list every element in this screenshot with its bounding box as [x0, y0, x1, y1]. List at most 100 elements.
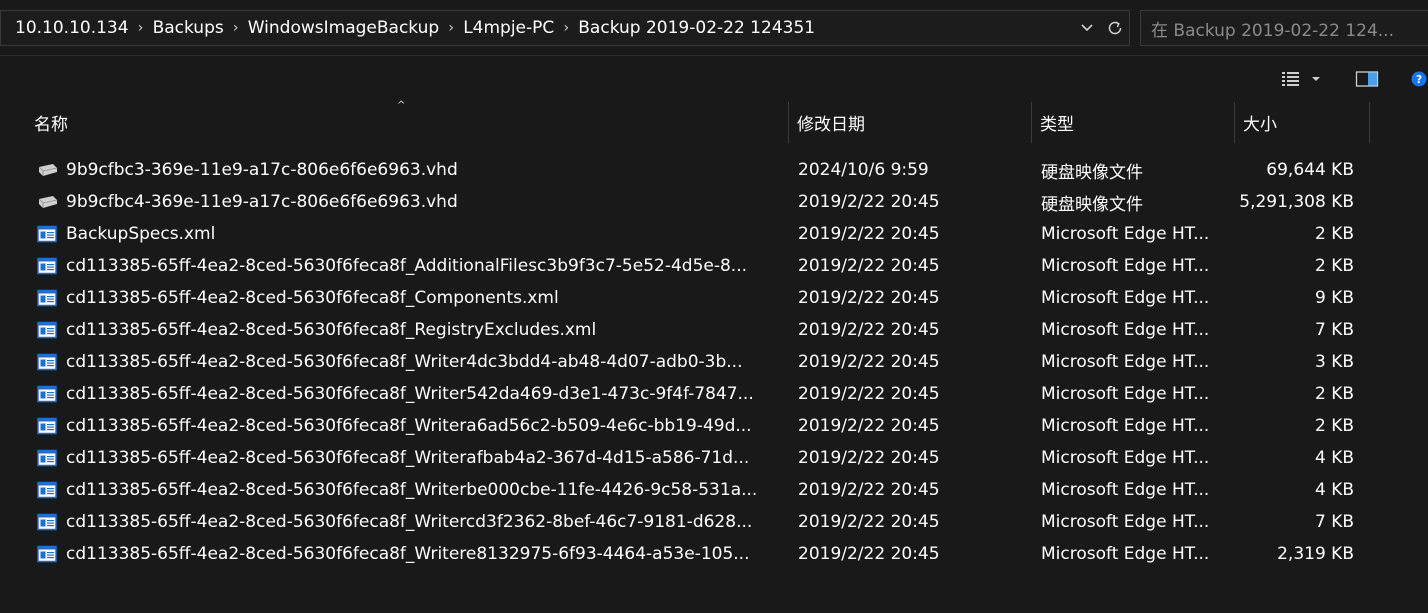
file-name-cell[interactable]: cd113385-65ff-4ea2-8ced-5630f6feca8f_Com… [6, 287, 788, 309]
column-header-type[interactable]: 类型 [1032, 102, 1235, 143]
sort-ascending-icon: ^ [397, 100, 406, 111]
file-name-cell[interactable]: cd113385-65ff-4ea2-8ced-5630f6feca8f_Wri… [6, 447, 788, 469]
file-name: cd113385-65ff-4ea2-8ced-5630f6feca8f_Wri… [66, 416, 752, 436]
file-type: Microsoft Edge HT... [1041, 544, 1210, 564]
column-header-date[interactable]: 修改日期 [789, 102, 1032, 143]
file-name-cell[interactable]: cd113385-65ff-4ea2-8ced-5630f6feca8f_Wri… [6, 479, 788, 501]
file-name-cell[interactable]: cd113385-65ff-4ea2-8ced-5630f6feca8f_Wri… [6, 543, 788, 565]
file-size: 2 KB [1314, 256, 1354, 276]
file-type: Microsoft Edge HT... [1041, 512, 1210, 532]
svg-text:?: ? [1416, 74, 1422, 86]
file-row[interactable]: cd113385-65ff-4ea2-8ced-5630f6feca8f_Wri… [6, 442, 1428, 474]
file-row[interactable]: 9b9cfbc3-369e-11e9-a17c-806e6f6e6963.vhd… [6, 154, 1428, 186]
column-header-size[interactable]: 大小 [1235, 102, 1370, 143]
breadcrumb-item-backups[interactable]: Backups [153, 18, 224, 38]
file-date: 2019/2/22 20:45 [798, 288, 940, 308]
address-history-button[interactable] [1073, 11, 1101, 45]
file-row[interactable]: cd113385-65ff-4ea2-8ced-5630f6feca8f_Wri… [6, 538, 1428, 570]
xml-file-icon [36, 351, 58, 373]
file-name: cd113385-65ff-4ea2-8ced-5630f6feca8f_Reg… [66, 320, 597, 340]
file-name-cell[interactable]: 9b9cfbc4-369e-11e9-a17c-806e6f6e6963.vhd [6, 191, 788, 213]
file-date: 2019/2/22 20:45 [798, 384, 940, 404]
xml-file-icon [36, 511, 58, 533]
file-size: 9 KB [1314, 288, 1354, 308]
file-name-cell[interactable]: cd113385-65ff-4ea2-8ced-5630f6feca8f_Add… [6, 255, 788, 277]
address-bar[interactable]: 10.10.10.134 › Backups › WindowsImageBac… [0, 10, 1130, 46]
refresh-button[interactable] [1101, 11, 1129, 45]
file-type: 硬盘映像文件 [1041, 162, 1143, 183]
file-name: 9b9cfbc4-369e-11e9-a17c-806e6f6e6963.vhd [66, 192, 458, 212]
breadcrumb-item-backup[interactable]: Backup 2019-02-22 124351 [578, 18, 815, 38]
file-name: cd113385-65ff-4ea2-8ced-5630f6feca8f_Wri… [66, 512, 753, 532]
file-name-cell[interactable]: cd113385-65ff-4ea2-8ced-5630f6feca8f_Wri… [6, 351, 788, 373]
file-row[interactable]: BackupSpecs.xml 2019/2/22 20:45 Microsof… [6, 218, 1428, 250]
file-row[interactable]: cd113385-65ff-4ea2-8ced-5630f6feca8f_Com… [6, 282, 1428, 314]
xml-file-icon [36, 383, 58, 405]
help-button[interactable]: ? [1404, 64, 1428, 94]
file-type: Microsoft Edge HT... [1041, 416, 1210, 436]
file-type: Microsoft Edge HT... [1041, 224, 1210, 244]
search-input[interactable]: 在 Backup 2019-02-22 124... [1140, 10, 1428, 46]
vhd-file-icon [36, 191, 58, 213]
breadcrumb-item-host[interactable]: 10.10.10.134 [15, 18, 129, 38]
preview-pane-button[interactable] [1352, 64, 1382, 94]
file-row[interactable]: 9b9cfbc4-369e-11e9-a17c-806e6f6e6963.vhd… [6, 186, 1428, 218]
file-name-cell[interactable]: cd113385-65ff-4ea2-8ced-5630f6feca8f_Wri… [6, 383, 788, 405]
file-size: 5,291,308 KB [1239, 192, 1354, 212]
file-size: 3 KB [1314, 352, 1354, 372]
xml-file-icon [36, 255, 58, 277]
file-name: cd113385-65ff-4ea2-8ced-5630f6feca8f_Wri… [66, 480, 758, 500]
file-type: Microsoft Edge HT... [1041, 256, 1210, 276]
breadcrumb-separator-icon[interactable]: › [224, 20, 248, 36]
chevron-down-icon [1081, 24, 1093, 32]
breadcrumb-separator-icon[interactable]: › [129, 20, 153, 36]
file-row[interactable]: cd113385-65ff-4ea2-8ced-5630f6feca8f_Wri… [6, 346, 1428, 378]
breadcrumb-separator-icon[interactable]: › [554, 20, 578, 36]
file-size: 2 KB [1314, 384, 1354, 404]
help-icon: ? [1411, 71, 1427, 87]
file-size: 4 KB [1314, 448, 1354, 468]
file-name: cd113385-65ff-4ea2-8ced-5630f6feca8f_Wri… [66, 352, 743, 372]
file-name-cell[interactable]: cd113385-65ff-4ea2-8ced-5630f6feca8f_Reg… [6, 319, 788, 341]
file-list: ^ 名称 修改日期 类型 大小 9b9cfbc3-369e-11e9-a17c-… [6, 100, 1428, 613]
file-date: 2019/2/22 20:45 [798, 544, 940, 564]
column-header-row: ^ 名称 修改日期 类型 大小 [6, 100, 1428, 143]
column-header-name[interactable]: ^ 名称 [6, 100, 789, 143]
vhd-file-icon [36, 159, 58, 181]
file-name-cell[interactable]: 9b9cfbc3-369e-11e9-a17c-806e6f6e6963.vhd [6, 159, 788, 181]
breadcrumb-item-windowsimagebackup[interactable]: WindowsImageBackup [248, 18, 439, 38]
breadcrumb-separator-icon[interactable]: › [439, 20, 463, 36]
view-toolbar: ? [0, 55, 1428, 102]
file-name-cell[interactable]: BackupSpecs.xml [6, 223, 788, 245]
file-size: 2,319 KB [1277, 544, 1354, 564]
file-type: Microsoft Edge HT... [1041, 448, 1210, 468]
file-row[interactable]: cd113385-65ff-4ea2-8ced-5630f6feca8f_Reg… [6, 314, 1428, 346]
file-date: 2019/2/22 20:45 [798, 224, 940, 244]
view-options-button[interactable] [1276, 64, 1326, 94]
file-type: Microsoft Edge HT... [1041, 320, 1210, 340]
file-row[interactable]: cd113385-65ff-4ea2-8ced-5630f6feca8f_Add… [6, 250, 1428, 282]
column-header-date-label: 修改日期 [797, 115, 865, 135]
file-date: 2019/2/22 20:45 [798, 448, 940, 468]
file-row[interactable]: cd113385-65ff-4ea2-8ced-5630f6feca8f_Wri… [6, 506, 1428, 538]
file-name: cd113385-65ff-4ea2-8ced-5630f6feca8f_Wri… [66, 448, 750, 468]
file-type: Microsoft Edge HT... [1041, 480, 1210, 500]
file-row[interactable]: cd113385-65ff-4ea2-8ced-5630f6feca8f_Wri… [6, 378, 1428, 410]
file-name-cell[interactable]: cd113385-65ff-4ea2-8ced-5630f6feca8f_Wri… [6, 511, 788, 533]
file-date: 2019/2/22 20:45 [798, 352, 940, 372]
xml-file-icon [36, 447, 58, 469]
file-row[interactable]: cd113385-65ff-4ea2-8ced-5630f6feca8f_Wri… [6, 410, 1428, 442]
breadcrumb-item-pc[interactable]: L4mpje-PC [463, 18, 554, 38]
file-name-cell[interactable]: cd113385-65ff-4ea2-8ced-5630f6feca8f_Wri… [6, 415, 788, 437]
file-name: cd113385-65ff-4ea2-8ced-5630f6feca8f_Com… [66, 288, 559, 308]
file-date: 2019/2/22 20:45 [798, 192, 940, 212]
file-size: 2 KB [1314, 224, 1354, 244]
file-size: 69,644 KB [1266, 160, 1354, 180]
file-row[interactable]: cd113385-65ff-4ea2-8ced-5630f6feca8f_Wri… [6, 474, 1428, 506]
file-type: Microsoft Edge HT... [1041, 352, 1210, 372]
xml-file-icon [36, 479, 58, 501]
file-name: cd113385-65ff-4ea2-8ced-5630f6feca8f_Add… [66, 256, 748, 276]
file-date: 2019/2/22 20:45 [798, 320, 940, 340]
file-size: 7 KB [1314, 320, 1354, 340]
file-name: 9b9cfbc3-369e-11e9-a17c-806e6f6e6963.vhd [66, 160, 458, 180]
